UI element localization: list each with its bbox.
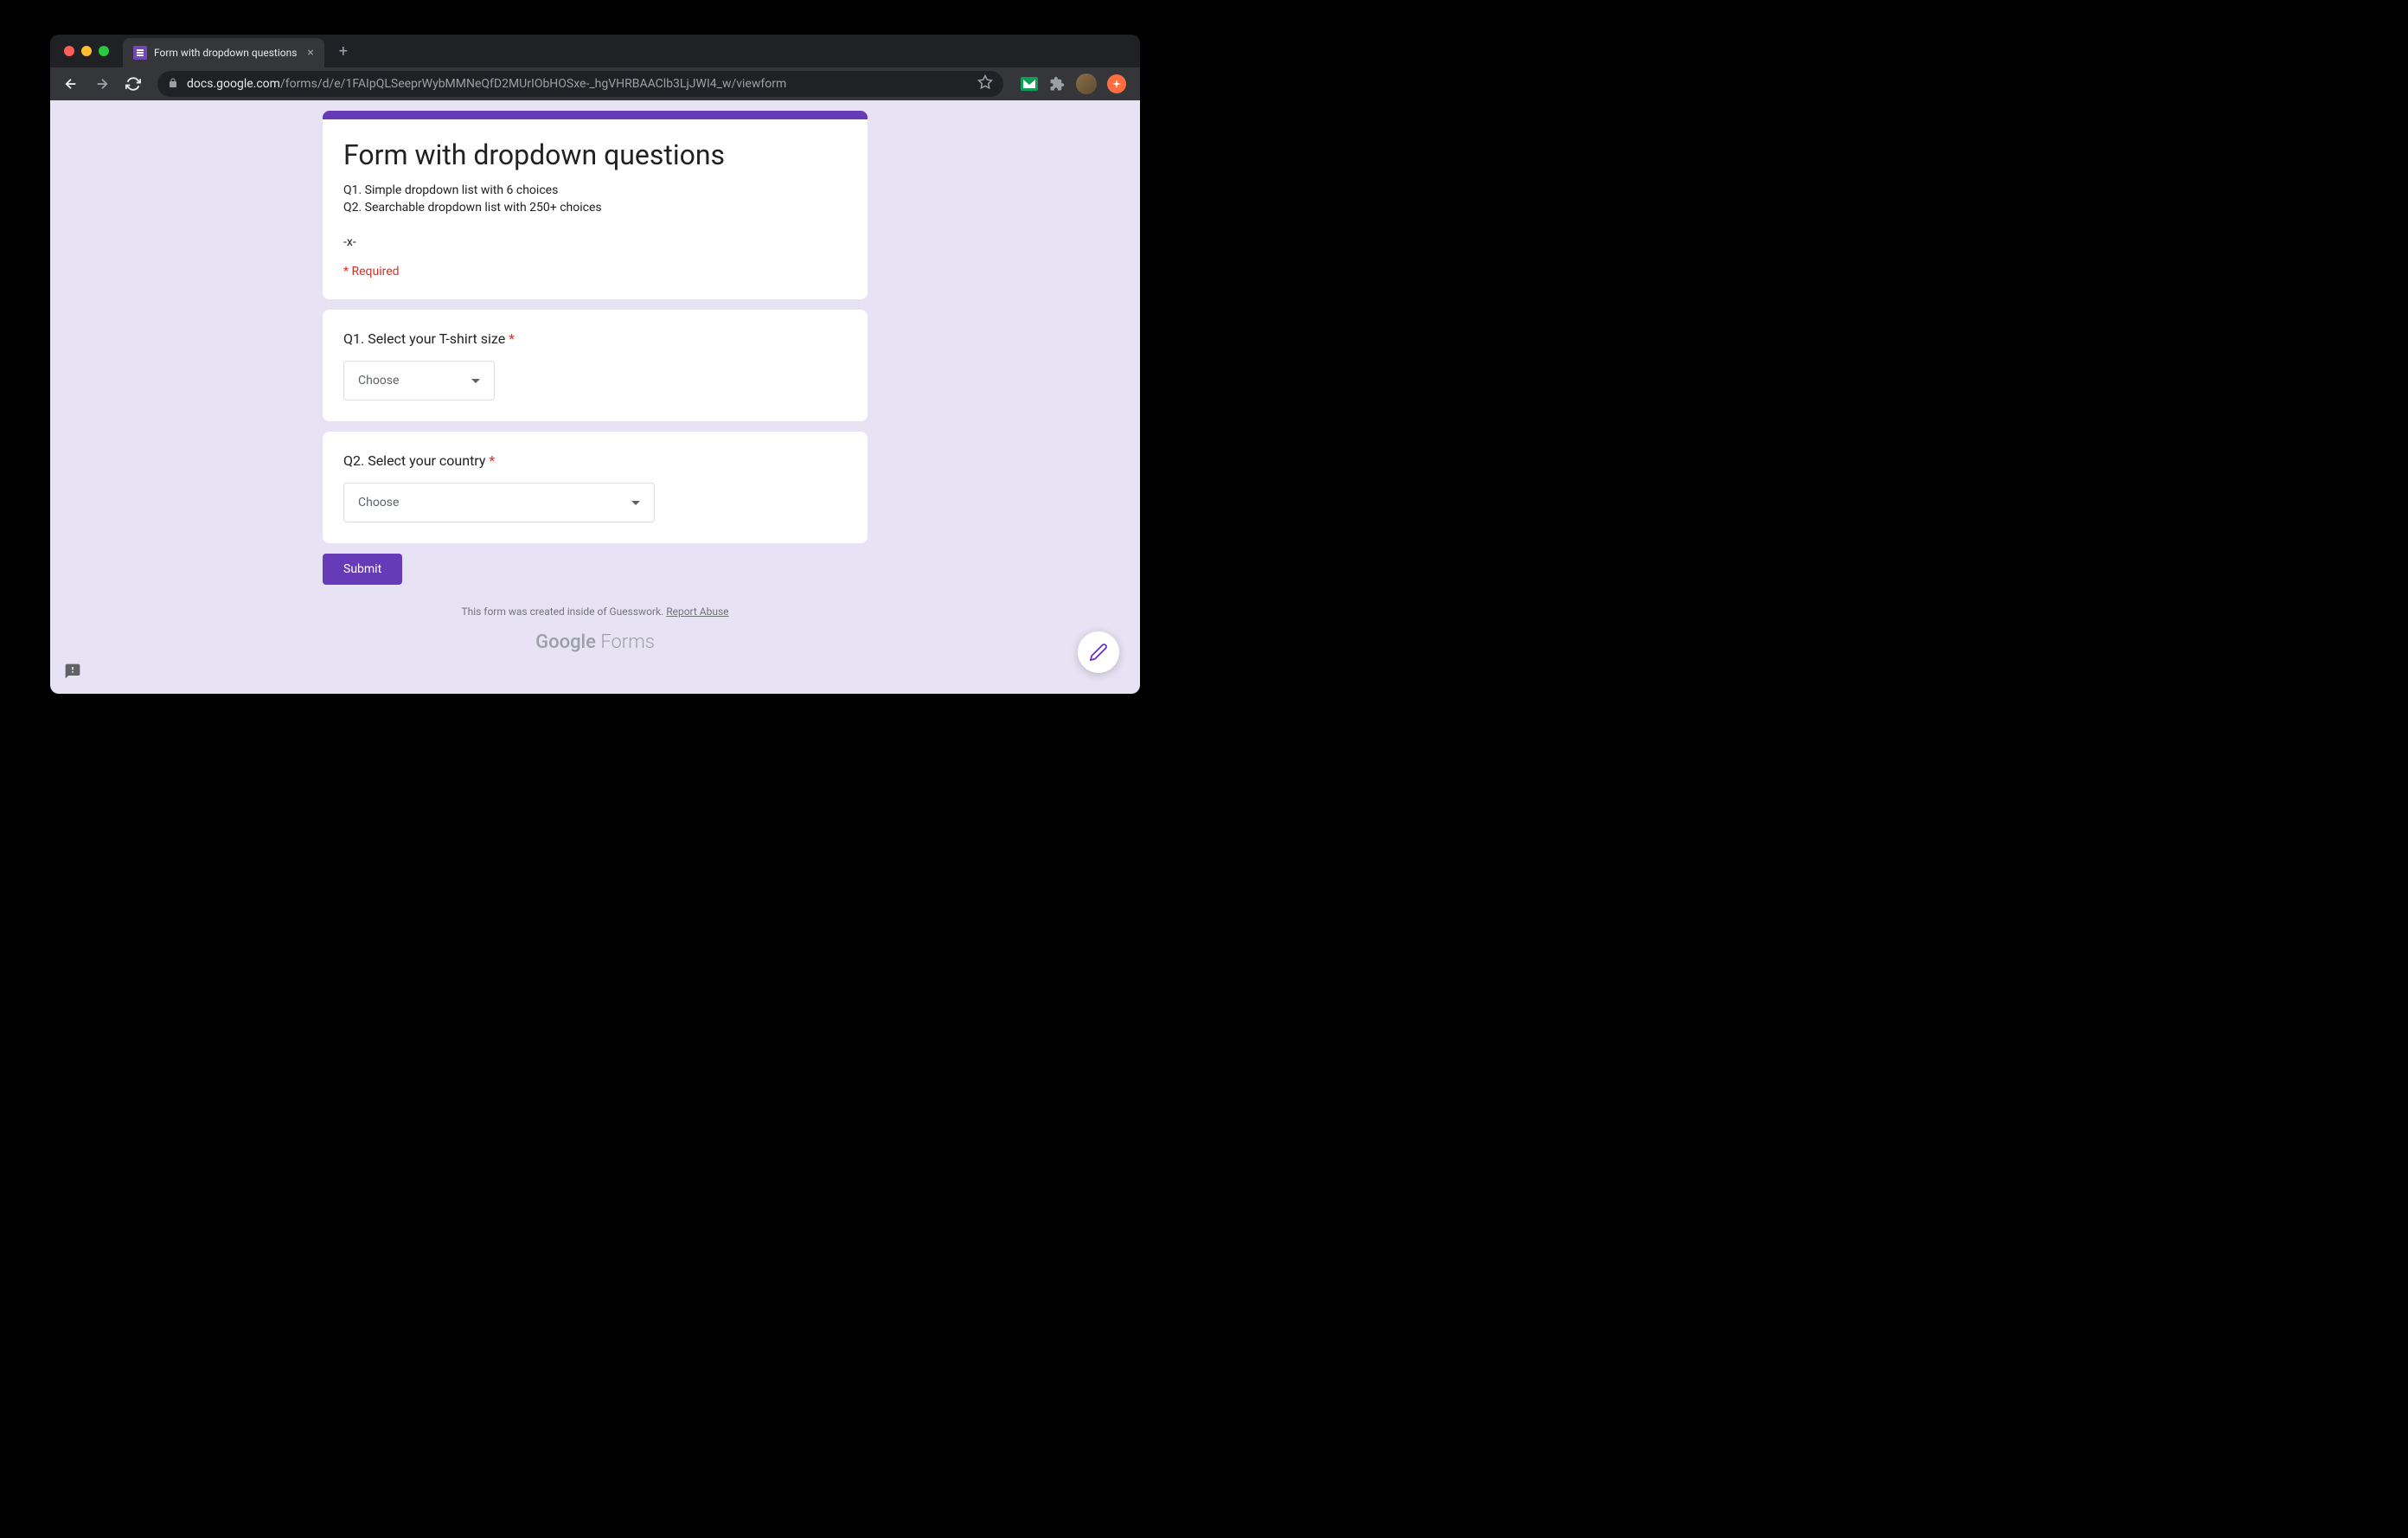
- form-description: Q1. Simple dropdown list with 6 choices …: [343, 182, 847, 251]
- lock-icon: [168, 78, 178, 91]
- address-bar[interactable]: docs.google.com/forms/d/e/1FAIpQLSeeprWy…: [157, 71, 1003, 97]
- dropdown-placeholder: Choose: [358, 374, 399, 388]
- browser-window: Form with dropdown questions × + docs.go…: [50, 35, 1140, 694]
- minimize-window-button[interactable]: [81, 46, 92, 56]
- form-title: Form with dropdown questions: [343, 138, 847, 171]
- mail-extension-icon[interactable]: [1021, 77, 1038, 91]
- back-button[interactable]: [57, 70, 85, 98]
- chevron-down-icon: [631, 501, 640, 505]
- maximize-window-button[interactable]: [99, 46, 109, 56]
- browser-toolbar: docs.google.com/forms/d/e/1FAIpQLSeeprWy…: [50, 67, 1140, 100]
- title-bar: Form with dropdown questions × +: [50, 35, 1140, 67]
- submit-button[interactable]: Submit: [323, 554, 402, 585]
- question-card-2: Q2. Select your country * Choose: [323, 432, 868, 543]
- star-icon[interactable]: [977, 74, 993, 93]
- form-header-card: Form with dropdown questions Q1. Simple …: [323, 111, 868, 299]
- required-asterisk: *: [489, 452, 495, 469]
- country-dropdown[interactable]: Choose: [343, 483, 655, 522]
- feedback-icon[interactable]: [64, 663, 81, 680]
- reload-button[interactable]: [119, 70, 147, 98]
- google-forms-logo: Google Forms: [323, 631, 868, 653]
- question-1-label: Q1. Select your T-shirt size *: [343, 330, 847, 347]
- tshirt-size-dropdown[interactable]: Choose: [343, 361, 495, 401]
- question-2-label: Q2. Select your country *: [343, 452, 847, 469]
- toolbar-icons: [1014, 74, 1133, 94]
- form-container: Form with dropdown questions Q1. Simple …: [323, 100, 868, 653]
- required-legend: * Required: [343, 265, 847, 279]
- close-window-button[interactable]: [64, 46, 74, 56]
- new-tab-button[interactable]: +: [331, 39, 355, 63]
- tab-close-button[interactable]: ×: [307, 46, 313, 60]
- chevron-down-icon: [471, 379, 480, 383]
- tab-title: Form with dropdown questions: [154, 47, 297, 59]
- tab-strip: Form with dropdown questions × +: [123, 36, 355, 66]
- form-footer: This form was created inside of Guesswor…: [323, 606, 868, 618]
- required-asterisk: *: [509, 330, 515, 347]
- browser-tab[interactable]: Form with dropdown questions ×: [123, 38, 324, 67]
- report-abuse-link[interactable]: Report Abuse: [666, 606, 728, 618]
- extensions-icon[interactable]: [1048, 75, 1066, 93]
- forms-favicon-icon: [133, 46, 147, 60]
- url-text: docs.google.com/forms/d/e/1FAIpQLSeeprWy…: [187, 77, 969, 91]
- window-controls: [64, 46, 109, 56]
- forward-button[interactable]: [88, 70, 116, 98]
- dropdown-placeholder: Choose: [358, 496, 399, 509]
- question-card-1: Q1. Select your T-shirt size * Choose: [323, 310, 868, 421]
- page-content: Form with dropdown questions Q1. Simple …: [50, 100, 1140, 694]
- profile-avatar[interactable]: [1076, 74, 1097, 94]
- extension-badge-icon[interactable]: [1107, 74, 1126, 93]
- edit-form-fab[interactable]: [1078, 631, 1119, 673]
